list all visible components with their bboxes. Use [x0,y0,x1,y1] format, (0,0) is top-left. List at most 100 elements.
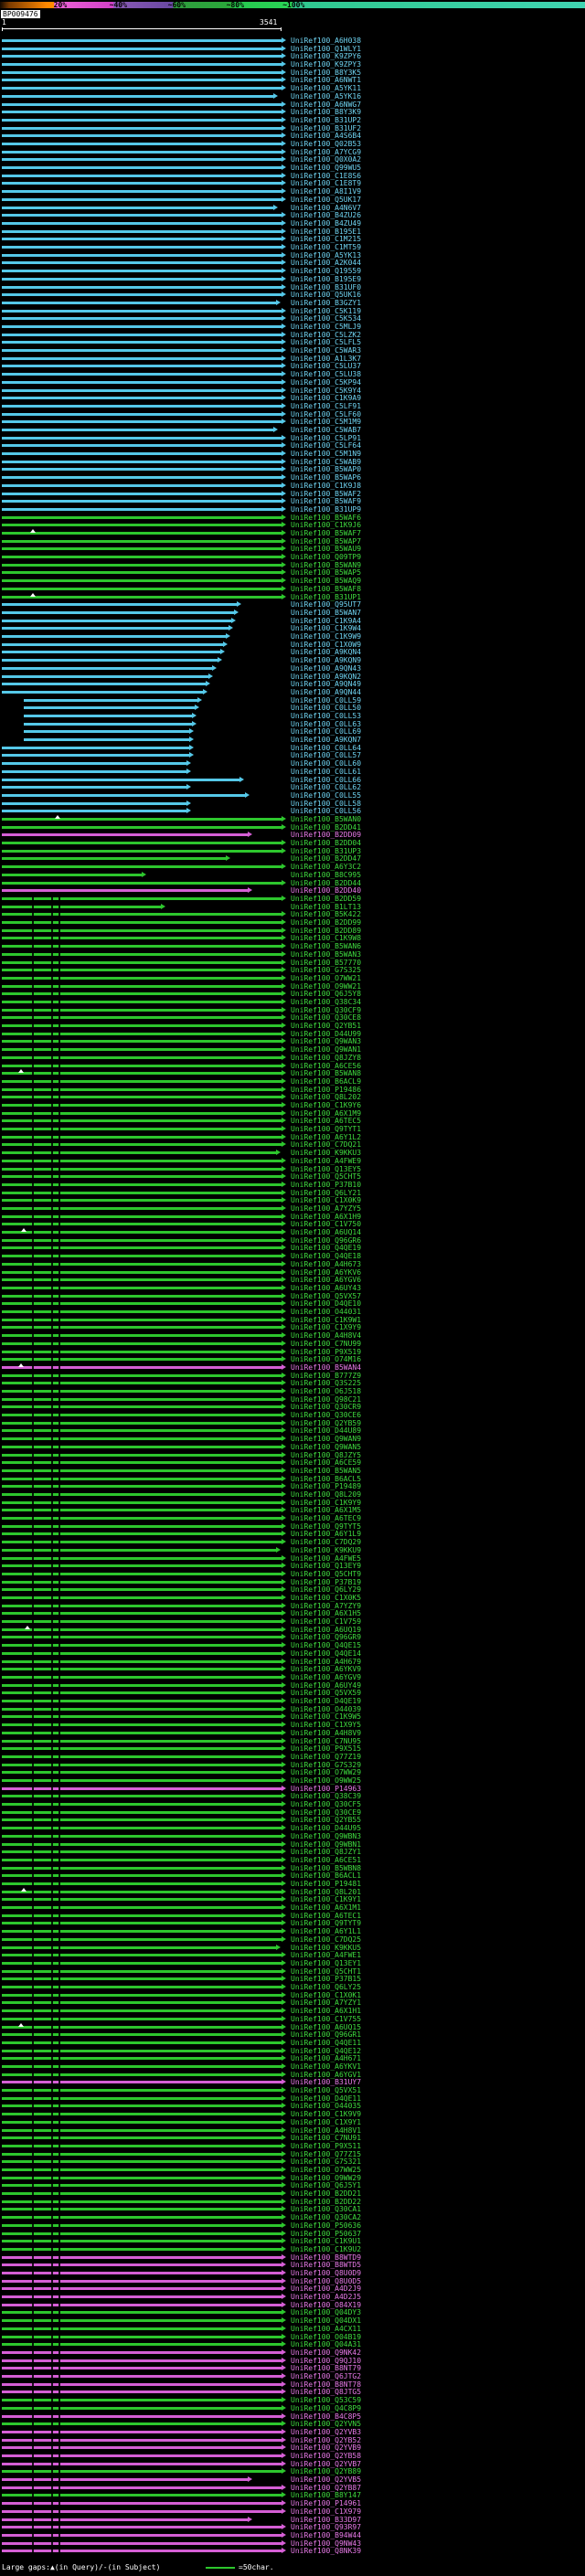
hit-bar[interactable] [2,436,282,440]
hit-label[interactable]: UniRef100_C0LL62 [291,783,361,791]
hit-label[interactable]: UniRef100_A4D2J5 [291,2293,361,2301]
hit-label[interactable]: UniRef100_A6Y1L2 [291,1133,361,1141]
hit-label[interactable]: UniRef100_P14961 [291,2499,361,2507]
hit-bar[interactable] [2,524,282,527]
hit-label[interactable]: UniRef100_C5MLJ9 [291,323,361,331]
hit-label[interactable]: UniRef100_A6UY49 [291,1681,361,1690]
hit-label[interactable]: UniRef100_O7WW21 [291,974,361,982]
hit-bar[interactable] [2,1326,282,1330]
hit-bar[interactable] [2,1596,282,1600]
hit-bar[interactable] [2,158,282,162]
hit-label[interactable]: UniRef100_Q4QE12 [291,2047,361,2055]
hit-bar[interactable] [2,1532,282,1536]
hit-label[interactable]: UniRef100_P37B19 [291,1578,361,1586]
hit-bar[interactable] [2,365,282,368]
hit-bar[interactable] [2,2327,282,2330]
hit-label[interactable]: UniRef100_C1K9Y1 [291,1895,361,1903]
hit-label[interactable]: UniRef100_D44U89 [291,1426,361,1435]
hit-bar[interactable] [2,2192,282,2196]
hit-label[interactable]: UniRef100_Q8U0D9 [291,2269,361,2277]
hit-bar[interactable] [2,2152,282,2156]
hit-label[interactable]: UniRef100_C0LL53 [291,712,361,720]
hit-label[interactable]: UniRef100_C1K9W4 [291,624,361,632]
hit-label[interactable]: UniRef100_B5WAP7 [291,537,361,546]
hit-bar[interactable] [2,492,282,495]
hit-label[interactable]: UniRef100_Q95UT7 [291,600,361,609]
hit-bar[interactable] [2,2104,282,2108]
hit-bar[interactable] [2,1286,282,1289]
hit-label[interactable]: UniRef100_Q30CE8 [291,1013,361,1022]
hit-label[interactable]: UniRef100_C5M1M9 [291,418,361,426]
hit-label[interactable]: UniRef100_Q9TYT1 [291,1125,361,1133]
hit-bar[interactable] [2,1119,282,1123]
hit-label[interactable]: UniRef100_B2DD59 [291,895,361,903]
hit-label[interactable]: UniRef100_A7YZY5 [291,1204,361,1213]
hit-bar[interactable] [2,2518,249,2521]
hit-label[interactable]: UniRef100_A6YKV1 [291,2062,361,2071]
hit-label[interactable]: UniRef100_B8WTD9 [291,2253,361,2262]
hit-bar[interactable] [2,579,282,583]
hit-label[interactable]: UniRef100_B5WAN6 [291,942,361,950]
hit-label[interactable]: UniRef100_Q9WAN3 [291,1037,361,1045]
hit-label[interactable]: UniRef100_C5M1N9 [291,450,361,458]
hit-bar[interactable] [2,2399,282,2402]
hit-label[interactable]: UniRef100_A4FWE5 [291,1554,361,1563]
hit-label[interactable]: UniRef100_P50636 [291,2221,361,2230]
hit-label[interactable]: UniRef100_Q2YB52 [291,2436,361,2444]
hit-label[interactable]: UniRef100_C1X0K1 [291,1991,361,1999]
hit-bar[interactable] [2,1087,282,1091]
hit-bar[interactable] [2,2502,282,2506]
hit-bar[interactable] [2,301,276,304]
hit-label[interactable]: UniRef100_A6YGV6 [291,1276,361,1284]
hit-label[interactable]: UniRef100_P19481 [291,1880,361,1888]
hit-bar[interactable] [2,2454,282,2457]
hit-bar[interactable] [2,412,282,416]
hit-bar[interactable] [2,1397,282,1401]
hit-label[interactable]: UniRef100_Q5UK17 [291,196,361,204]
hit-label[interactable]: UniRef100_B8NT78 [291,2380,361,2389]
hit-label[interactable]: UniRef100_Q2YB58 [291,2452,361,2460]
hit-bar[interactable] [2,896,282,900]
hit-label[interactable]: UniRef100_Q99WU5 [291,164,361,172]
hit-bar[interactable] [2,683,207,686]
hit-label[interactable]: UniRef100_Q5VX51 [291,2086,361,2094]
hit-bar[interactable] [2,1961,282,1965]
hit-label[interactable]: UniRef100_D4QE19 [291,1697,361,1705]
hit-label[interactable]: UniRef100_B5WAN5 [291,1467,361,1475]
hit-label[interactable]: UniRef100_C5LF64 [291,441,361,450]
hit-bar[interactable] [2,253,282,257]
hit-bar[interactable] [24,738,189,742]
hit-bar[interactable] [2,857,226,861]
hit-label[interactable]: UniRef100_A5YK13 [291,251,361,260]
hit-label[interactable]: UniRef100_C1K9Y9 [291,1499,361,1507]
hit-label[interactable]: UniRef100_Q5UK16 [291,291,361,299]
hit-bar[interactable] [2,2272,282,2275]
hit-label[interactable]: UniRef100_A9KQN7 [291,736,361,744]
hit-bar[interactable] [2,1238,282,1242]
hit-label[interactable]: UniRef100_Q9TYT5 [291,1522,361,1531]
hit-label[interactable]: UniRef100_B5WAN8 [291,1069,361,1077]
hit-bar[interactable] [2,229,282,233]
hit-bar[interactable] [2,849,282,853]
hit-label[interactable]: UniRef100_G7S325 [291,966,361,974]
hit-label[interactable]: UniRef100_Q30CE6 [291,1411,361,1419]
hit-bar[interactable] [2,1048,282,1052]
hit-bar[interactable] [2,1739,282,1743]
hit-label[interactable]: UniRef100_A4H8V1 [291,2126,361,2135]
hit-bar[interactable] [2,2255,282,2259]
hit-label[interactable]: UniRef100_C1V759 [291,1617,361,1626]
hit-label[interactable]: UniRef100_A9QN43 [291,664,361,673]
hit-label[interactable]: UniRef100_C1V750 [291,1220,361,1228]
hit-bar[interactable] [2,2494,282,2497]
hit-bar[interactable] [2,2200,282,2203]
hit-label[interactable]: UniRef100_A6Y3C2 [291,863,361,871]
hit-label[interactable]: UniRef100_P37B10 [291,1181,361,1189]
hit-bar[interactable] [2,1159,282,1162]
hit-bar[interactable] [2,1207,282,1211]
hit-label[interactable]: UniRef100_A6Y1L1 [291,1927,361,1935]
hit-label[interactable]: UniRef100_A1L3K7 [291,355,361,363]
hit-bar[interactable] [2,1008,282,1012]
hit-label[interactable]: UniRef100_Q5CHT1 [291,1967,361,1976]
hit-label[interactable]: UniRef100_A6X1H9 [291,1213,361,1221]
hit-label[interactable]: UniRef100_Q96GR9 [291,1633,361,1641]
